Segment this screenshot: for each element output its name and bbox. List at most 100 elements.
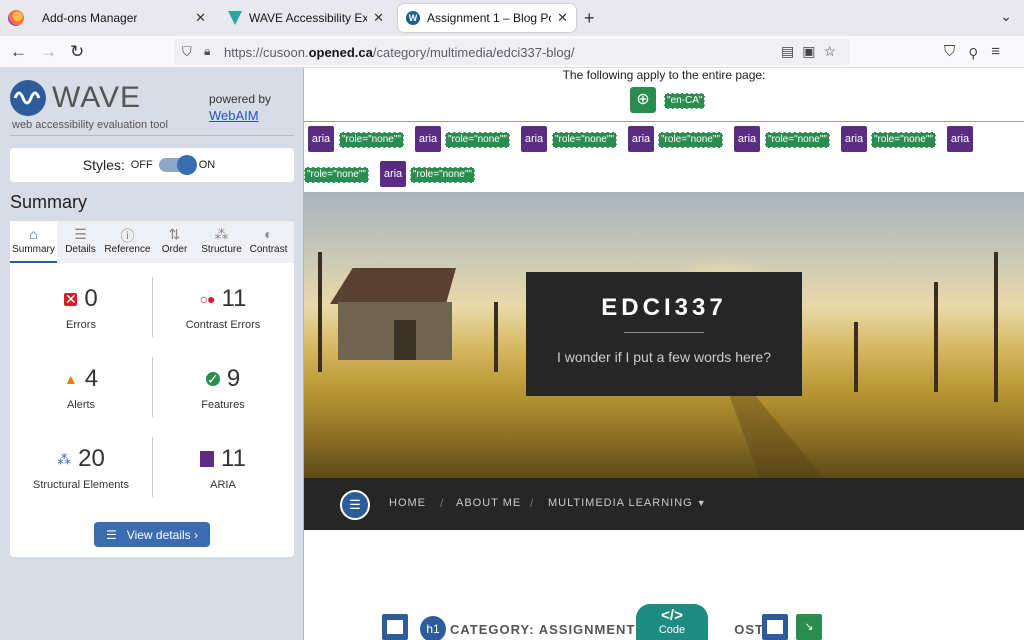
new-tab-button[interactable]: + [584, 8, 595, 29]
browser-tab-bar: Add-ons Manager ✕ WAVE Accessibility Ext… [0, 0, 1024, 36]
menu-label: MULTIMEDIA LEARNING [548, 497, 693, 509]
tab-contrast[interactable]: ◐ Contrast [245, 221, 292, 263]
menu-item-multimedia-learning[interactable]: MULTIMEDIA LEARNING ▼ [548, 497, 707, 509]
h1-icon[interactable]: h1 [420, 616, 446, 640]
tab-summary[interactable]: ⌂ Summary [10, 221, 57, 263]
role-tag: "role="none"" [445, 132, 510, 148]
styles-toggle-box: Styles: OFF ON [10, 148, 294, 182]
pocket-icon[interactable]: ⛉ [944, 43, 969, 60]
contrast-errors-stat[interactable]: ○● 11 Contrast Errors [152, 273, 294, 353]
lock-icon[interactable]: 🔒︎ [204, 44, 210, 59]
picture-in-picture-icon[interactable]: ▣ [802, 43, 823, 59]
list-icon: ☰ [106, 527, 117, 542]
tab-label: Structure [201, 244, 242, 255]
tab-label: Summary [12, 244, 55, 255]
role-tag: "role="none"" [552, 132, 617, 148]
caret-down-icon: ▼ [696, 498, 707, 508]
contrast-error-icon: ○● [199, 291, 216, 307]
tab-title: WAVE Accessibility Extension – [249, 11, 368, 25]
tree-image [994, 252, 998, 402]
structural-count: 20 [78, 445, 105, 472]
summary-panel: ⌂ Summary ☰ Details ⓘ Reference ⇅ Order ⁂ Str… [10, 221, 294, 557]
tab-wave-extension[interactable]: WAVE Accessibility Extension – ✕ [220, 4, 392, 32]
contrast-label: Contrast Errors [185, 319, 261, 331]
features-stat[interactable]: ✓ 9 Features [152, 353, 294, 433]
wave-title: WAVE [52, 81, 142, 114]
role-tag: "role="none"" [658, 132, 723, 148]
panel-tabs: ⌂ Summary ☰ Details ⓘ Reference ⇅ Order ⁂ Str… [10, 221, 294, 263]
bookmark-star-icon[interactable]: ☆ [823, 43, 844, 59]
code-label: Code [658, 624, 686, 636]
tab-addons-manager[interactable]: Add-ons Manager ✕ [34, 4, 214, 32]
tree-image [318, 252, 322, 372]
firefox-icon[interactable] [8, 10, 24, 26]
menu-item-home[interactable]: HOME [389, 497, 426, 509]
aria-icon[interactable]: aria [734, 126, 760, 152]
styles-toggle[interactable] [158, 155, 197, 175]
aria-icon[interactable]: aria [841, 126, 867, 152]
error-icon: ✕ [64, 290, 78, 307]
url-bar[interactable]: ⛉ 🔒︎ https://cusoon. opened.ca/category/m… [174, 39, 850, 65]
structural-stat[interactable]: ⁂ 20 Structural Elements [10, 433, 152, 513]
tree-shadow [728, 392, 824, 478]
tab-structure[interactable]: ⁂ Structure [198, 221, 245, 263]
lang-tag: "en-CA" [664, 93, 706, 109]
errors-count: 0 [84, 285, 98, 312]
hamburger-menu-icon[interactable]: ≡ [991, 43, 1014, 60]
close-icon[interactable]: ✕ [373, 10, 384, 26]
extensions-icon[interactable]: ⚲ [969, 43, 991, 60]
role-tag: "role="none"" [339, 132, 404, 148]
hero-banner-image: EDCI337 I wonder if I put a few words he… [304, 192, 1024, 478]
tab-assignment-blog-posts[interactable]: W Assignment 1 – Blog Posts – edc ✕ [398, 4, 576, 32]
reader-view-icon[interactable]: ▤ [781, 43, 802, 59]
aria-icon[interactable]: aria [521, 126, 547, 152]
url-path: /category/multimedia/edci337-blog/ [372, 44, 575, 60]
order-icon: ⇅ [168, 226, 181, 242]
close-icon[interactable]: ✕ [195, 10, 206, 26]
tab-reference[interactable]: ⓘ Reference [104, 221, 151, 263]
aria-icon[interactable]: aria [380, 161, 406, 187]
shield-icon[interactable]: ⛉ [182, 44, 192, 60]
feature-check-icon: ✓ [205, 371, 220, 387]
aria-icon[interactable]: aria [308, 126, 334, 152]
powered-by-label: powered by [209, 92, 272, 106]
menu-list-icon[interactable]: ☰ [340, 490, 370, 520]
region-icon[interactable] [382, 614, 408, 640]
tab-label: Order [161, 244, 188, 255]
errors-label: Errors [66, 319, 96, 331]
close-icon[interactable]: ✕ [557, 10, 568, 26]
aria-icon [200, 451, 215, 467]
contrast-icon: ◐ [264, 226, 273, 242]
role-tag: "role="none"" [304, 167, 369, 183]
code-panel-toggle[interactable]: </> Code [636, 604, 708, 640]
forward-arrow-icon[interactable]: → [40, 42, 57, 62]
tree-image [854, 322, 858, 392]
tab-order[interactable]: ⇅ Order [151, 221, 198, 263]
back-arrow-icon[interactable]: ← [10, 42, 27, 62]
tab-details[interactable]: ☰ Details [57, 221, 104, 263]
site-title-box: EDCI337 I wonder if I put a few words he… [526, 272, 802, 396]
tab-label: Details [65, 244, 96, 255]
aria-icon[interactable]: aria [415, 126, 441, 152]
structural-label: Structural Elements [33, 479, 129, 491]
region-icon[interactable] [762, 614, 788, 640]
aria-icon[interactable]: aria [947, 126, 973, 152]
reload-icon[interactable]: ↻ [70, 42, 84, 62]
page-content: The following apply to the entire page: … [304, 68, 1024, 640]
chevron-down-icon[interactable]: ⌄ [1000, 8, 1012, 25]
language-globe-icon[interactable]: ⊕ [630, 87, 656, 113]
styles-on-label: ON [198, 159, 216, 171]
aria-stat[interactable]: 11 ARIA [152, 433, 294, 513]
errors-stat[interactable]: ✕ 0 Errors [10, 273, 152, 353]
site-tagline: I wonder if I put a few words here? [557, 349, 771, 365]
spreadsheet-icon[interactable]: ↘ [796, 614, 822, 640]
toggle-knob[interactable] [176, 155, 197, 175]
site-title[interactable]: EDCI337 [526, 294, 802, 322]
view-details-button[interactable]: ☰ View details › [94, 522, 210, 547]
main-navigation: ☰ HOME / ABOUT ME / MULTIMEDIA LEARNING ▼ [304, 478, 1024, 530]
menu-item-about-me[interactable]: ABOUT ME [456, 497, 521, 509]
aria-icon[interactable]: aria [628, 126, 654, 152]
webaim-link[interactable]: WebAIM [209, 108, 259, 123]
alerts-stat[interactable]: ▲ 4 Alerts [10, 353, 152, 433]
role-tag: "role="none"" [410, 167, 475, 183]
